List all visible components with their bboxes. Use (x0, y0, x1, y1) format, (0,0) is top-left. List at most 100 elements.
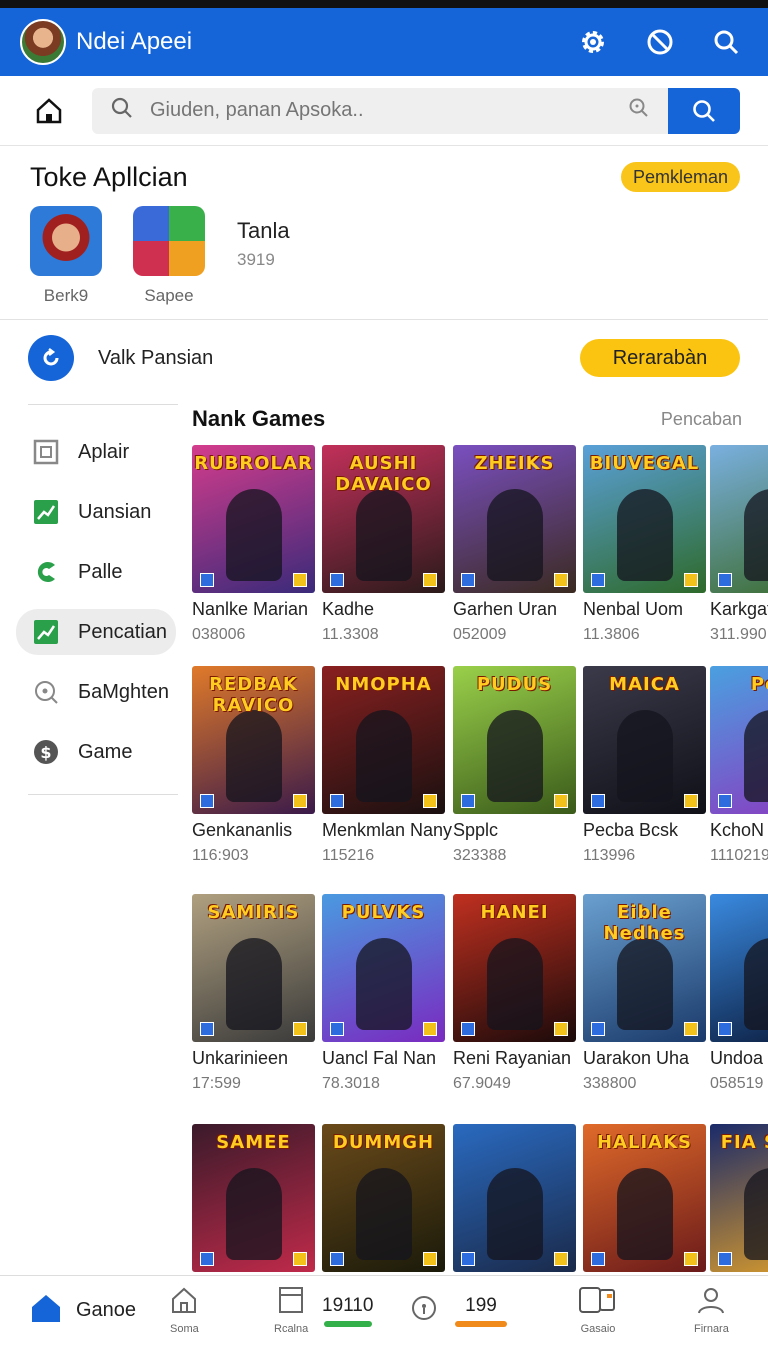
nav-soma[interactable]: Soma (170, 1276, 199, 1345)
toke-app-berk9[interactable]: Berk9 (30, 206, 102, 306)
platform-badge-icon (330, 1252, 344, 1266)
character-figure (487, 489, 543, 581)
game-card[interactable]: HALIAKS (583, 1124, 706, 1275)
game-card[interactable]: RUBROLAR Nanlke Marian 038006 (192, 445, 315, 644)
game-card[interactable]: Pou KchoN I 1110219 (710, 666, 768, 865)
sidebar-item-bamghten[interactable]: БaMghten (28, 662, 178, 722)
search-box (92, 87, 668, 134)
platform-badge-icon (461, 794, 475, 808)
platform-badge-icon (591, 1252, 605, 1266)
game-cover-title: MAICA (609, 674, 680, 695)
game-card[interactable]: FIA SEAN (710, 1124, 768, 1275)
game-card[interactable]: SAMIRIS Unkarinieen 17:599 (192, 894, 315, 1093)
game-cover-art[interactable]: MAICA (583, 666, 706, 814)
sidebar-item-aplair[interactable]: Aplair (28, 422, 178, 482)
sidebar-item-game[interactable]: $ Game (28, 722, 178, 782)
nav-stat-19110[interactable]: 19110 (322, 1276, 373, 1345)
game-cover-title: PUDUS (476, 674, 553, 695)
person-icon (696, 1286, 726, 1319)
game-name: Kadhe (322, 599, 375, 619)
game-cover-title: DUMMGH (332, 1132, 435, 1153)
settings-gear-icon[interactable] (578, 27, 608, 57)
game-card[interactable]: PUDUS Spplc 323388 (453, 666, 576, 865)
sidebar-item-uansian[interactable]: Uansian (28, 482, 178, 542)
game-card[interactable]: ZHEIKS Garhen Uran 052009 (453, 445, 576, 644)
game-card[interactable]: PULVKS Uancl Fal Nan 78.3018 (322, 894, 445, 1093)
game-cover-art[interactable]: HALIAKS (583, 1124, 706, 1272)
game-cover-art[interactable]: Eible Nedhes (583, 894, 706, 1042)
game-cover-art[interactable]: SAMIRIS (192, 894, 315, 1042)
location-icon (410, 1294, 438, 1327)
character-figure (617, 489, 673, 581)
game-value: 78.3018 (322, 1075, 380, 1092)
game-cover-art[interactable] (710, 894, 768, 1042)
game-cover-art[interactable]: SAMEE (192, 1124, 315, 1272)
character-figure (356, 938, 412, 1030)
game-cover-art[interactable]: BIUVEGAL (583, 445, 706, 593)
game-cover-art[interactable]: HANEI (453, 894, 576, 1042)
game-cover-art[interactable]: PUDUS (453, 666, 576, 814)
avatar[interactable] (20, 19, 66, 65)
game-card[interactable]: HANEI Reni Rayanian 67.9049 (453, 894, 576, 1093)
character-figure (744, 489, 768, 581)
game-card[interactable]: REDBAK RAVICO Genkananlis 116:903 (192, 666, 315, 865)
game-card[interactable]: SAMEE (192, 1124, 315, 1275)
search-button[interactable] (668, 87, 740, 134)
toke-app-sapee[interactable]: Sapee (133, 206, 205, 306)
game-card[interactable]: Eible Nedhes Uarakon Uha 338800 (583, 894, 706, 1093)
game-card[interactable]: NMOPHA Menkmlan Nany 115216 (322, 666, 452, 865)
nav-rcalna[interactable]: Rcalna (274, 1276, 308, 1345)
game-cover-art[interactable]: Pou (710, 666, 768, 814)
game-card[interactable]: MAICA Pecba Bcsk 113996 (583, 666, 706, 865)
game-card[interactable]: AUSHI DAVAICO Kadhe 11.3308 (322, 445, 445, 644)
game-value: 113996 (583, 847, 636, 864)
game-cover-art[interactable] (453, 1124, 576, 1272)
home-icon[interactable] (34, 96, 64, 126)
game-card[interactable]: Undoa I 058519 (710, 894, 768, 1093)
sidebar-item-pencatian[interactable]: Pencatian (16, 609, 176, 655)
search-icon[interactable] (712, 28, 740, 56)
lens-icon[interactable] (628, 97, 650, 124)
app-title: Ndei Apeei (76, 28, 193, 55)
game-card[interactable]: BIUVEGAL Nenbal Uom 11.3806 (583, 445, 706, 644)
game-card[interactable]: DUMMGH (322, 1124, 445, 1275)
toke-badge-button[interactable]: Pemkleman (620, 162, 740, 192)
game-cover-art[interactable] (710, 445, 768, 593)
block-icon[interactable] (646, 28, 674, 56)
rating-badge-icon (423, 1252, 437, 1266)
game-cover-art[interactable]: REDBAK RAVICO (192, 666, 315, 814)
valk-label: Valk Pansian (98, 346, 214, 369)
section-title: Toke Apllcian (30, 162, 188, 192)
search-input[interactable] (150, 99, 628, 122)
game-cover-art[interactable]: ZHEIKS (453, 445, 576, 593)
bottom-nav: Ganoe Soma Rcalna 19110 199 Gasaio Firna… (0, 1275, 768, 1344)
game-value: 116:903 (192, 847, 249, 864)
character-figure (356, 1168, 412, 1260)
game-cover-title: Eible Nedhes (603, 902, 686, 944)
game-cover-art[interactable]: DUMMGH (322, 1124, 445, 1272)
nav-firnara[interactable]: Firnara (694, 1276, 729, 1345)
platform-badge-icon (330, 794, 344, 808)
search-icon (110, 96, 134, 125)
platform-badge-icon (718, 1252, 732, 1266)
game-cover-art[interactable]: PULVKS (322, 894, 445, 1042)
game-cover-art[interactable]: AUSHI DAVAICO (322, 445, 445, 593)
game-cover-art[interactable]: NMOPHA (322, 666, 445, 814)
game-cover-art[interactable]: RUBROLAR (192, 445, 315, 593)
nav-stat-199[interactable]: 199 (455, 1276, 507, 1345)
progress-bar (323, 1320, 372, 1327)
games-more-link[interactable]: Pencaban (661, 409, 742, 430)
game-cover-art[interactable]: FIA SEAN (710, 1124, 768, 1272)
refresh-icon[interactable] (28, 335, 74, 381)
sidebar-item-palle[interactable]: Palle (28, 542, 178, 602)
valk-action-button[interactable]: Rerarabàn (580, 339, 740, 377)
sidebar-divider (28, 794, 178, 795)
games-title: Nank Games (192, 406, 326, 431)
game-card[interactable] (453, 1124, 576, 1275)
sidebar-item-label: Game (78, 740, 133, 763)
featured-app[interactable]: Tanla 3919 (237, 218, 290, 270)
nav-location[interactable] (410, 1276, 438, 1345)
game-card[interactable]: Karkgat 311.990 (710, 445, 768, 644)
nav-gasaio[interactable]: Gasaio (578, 1276, 618, 1345)
nav-home[interactable]: Ganoe (30, 1276, 136, 1345)
